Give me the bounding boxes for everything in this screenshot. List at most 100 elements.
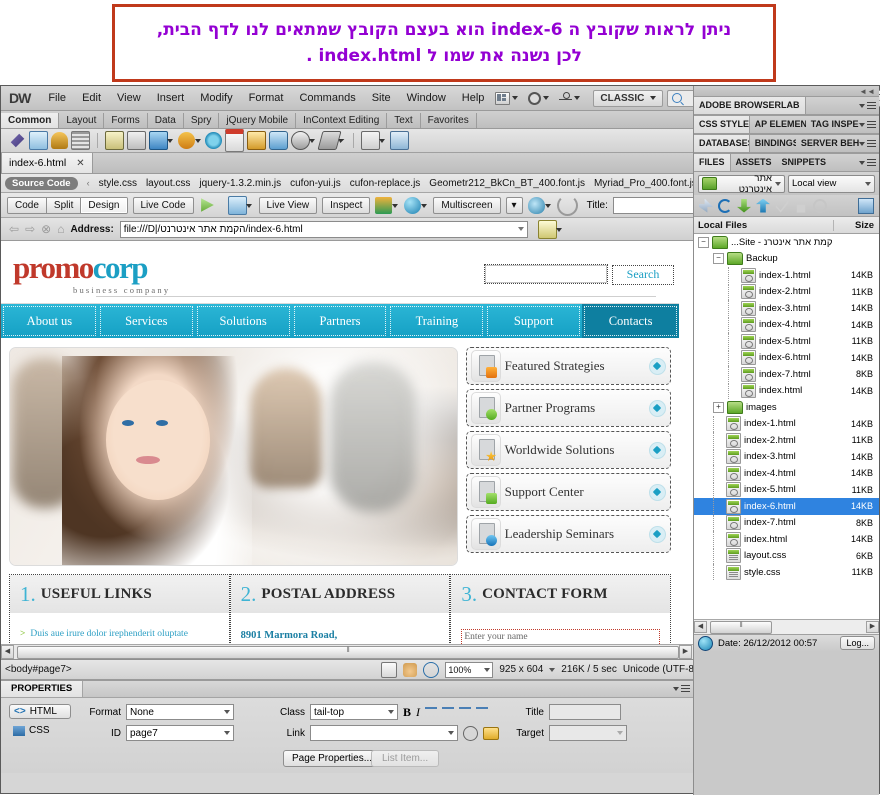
unordered-list-icon[interactable] [425,707,438,717]
extend-dreamweaver-button[interactable] [525,90,552,107]
refresh-icon[interactable] [718,198,732,213]
file-row[interactable]: index-6.html 14KB [694,349,879,367]
menu-site[interactable]: Site [364,89,399,107]
multiscreen-button[interactable]: Multiscreen [433,196,501,214]
view-select[interactable]: Local view [788,174,875,193]
link-select[interactable] [310,725,458,741]
design-canvas[interactable]: promocorp business company Search About … [1,241,694,659]
split-view-button[interactable]: Split [46,197,82,213]
feature-card[interactable]: Support Center [465,473,671,511]
menu-window[interactable]: Window [399,89,454,107]
file-row[interactable]: index-1.html 14KB [694,415,879,433]
related-file-jquery[interactable]: jquery-1.3.2.min.js [199,178,281,189]
insert-image-icon[interactable] [149,131,173,150]
feature-card[interactable]: Featured Strategies [465,347,671,385]
site-search-button[interactable]: Search [612,265,674,285]
expand-twisty-icon[interactable]: + [713,401,724,413]
insert-tab-jquery-mobile[interactable]: jQuery Mobile [219,113,297,128]
site-logo[interactable]: promocorp [9,250,149,292]
layout-switcher-button[interactable] [492,90,521,107]
html-mode-button[interactable]: <> HTML [9,704,71,719]
server-side-include-icon[interactable] [247,131,266,150]
horizontal-rule-icon[interactable] [71,131,90,150]
undo-checkout-icon[interactable] [813,198,827,213]
nav-item-training[interactable]: Training [388,304,485,338]
panel-menu-browserlab[interactable] [859,101,879,110]
site-management-button[interactable] [556,90,583,106]
indent-icon[interactable] [476,707,489,717]
site-search-input[interactable] [484,264,608,284]
insert-div-icon[interactable] [127,131,146,150]
design-horizontal-scrollbar[interactable]: ◀ ⦀ ▶ [1,644,693,659]
panel-tab-tag-inspector[interactable]: TAG INSPEC [806,116,859,133]
collapse-twisty-icon[interactable]: − [698,236,709,248]
related-file-source-code[interactable]: Source Code [5,176,78,190]
email-link-icon[interactable] [29,131,48,150]
expand-collapse-icon[interactable] [858,197,874,214]
workspace-switcher[interactable]: CLASSIC [593,89,664,107]
panel-tab-bindings[interactable]: BINDINGS [750,135,796,152]
file-row[interactable]: − הקמת אתר אינטרנ - Site... [694,234,879,251]
scroll-left-arrow-icon[interactable]: ◀ [694,621,707,633]
file-row[interactable]: layout.css 6KB [694,547,879,565]
table-icon[interactable] [105,131,124,150]
insert-media-icon[interactable] [178,132,201,149]
column-header-local-files[interactable]: Local Files [694,220,833,231]
file-row[interactable]: index-4.html 14KB [694,316,879,334]
files-horizontal-scrollbar[interactable]: ◀ ⦀ ▶ [694,619,879,634]
related-file-myriad[interactable]: Myriad_Pro_400.font.js [594,178,697,189]
hyperlink-icon[interactable] [10,133,25,148]
feature-card-arrow-icon[interactable] [649,357,666,375]
refresh-design-view-icon[interactable] [556,194,578,216]
browse-folder-icon[interactable] [483,726,499,740]
css-mode-button[interactable]: CSS [9,724,71,737]
class-select[interactable]: tail-top [310,704,398,720]
file-row[interactable]: index-2.html 11KB [694,432,879,449]
feature-card-arrow-icon[interactable] [649,399,666,417]
insert-tab-common[interactable]: Common [1,113,60,128]
file-row[interactable]: − Backup [694,251,879,268]
feature-card[interactable]: Partner Programs [465,389,671,427]
file-row[interactable]: index-1.html 14KB [694,267,879,284]
files-horizontal-scroll-thumb[interactable]: ⦀ [710,621,772,634]
multiscreen-dropdown[interactable]: ▾ [505,196,523,214]
menu-commands[interactable]: Commands [291,89,363,107]
inspect-settings-icon[interactable] [227,195,252,215]
inspect-button[interactable]: Inspect [322,196,371,214]
file-row[interactable]: index-5.html 11KB [694,481,879,499]
related-file-cufon-yui[interactable]: cufon-yui.js [290,178,341,189]
file-row[interactable]: index-2.html 11KB [694,283,879,301]
collapse-twisty-icon[interactable]: − [713,253,724,265]
panel-tab-files[interactable]: FILES [694,154,731,171]
insert-tab-incontext-editing[interactable]: InContext Editing [296,113,388,128]
chevron-down-icon[interactable] [517,227,524,231]
panel-tab-adobe-browserlab[interactable]: ADOBE BROWSERLAB [694,97,806,114]
menu-format[interactable]: Format [241,89,292,107]
panel-menu-databases[interactable] [859,139,879,148]
file-row[interactable]: index-3.html 14KB [694,448,879,466]
head-icon[interactable] [291,131,315,150]
date-icon[interactable] [225,129,244,152]
file-row[interactable]: index.html 14KB [694,382,879,400]
related-file-geometr[interactable]: Geometr212_BkCn_BT_400.font.js [429,178,585,189]
check-in-icon[interactable] [796,204,806,213]
scroll-right-arrow-icon[interactable]: ▶ [866,621,879,633]
feature-card-arrow-icon[interactable] [649,525,666,543]
design-view-button[interactable]: Design [81,197,127,213]
select-tool-icon[interactable] [381,661,398,678]
zoom-tool-icon[interactable] [423,661,440,678]
visual-aids-icon[interactable] [527,196,551,214]
address-input[interactable]: file:///D|/הקמת אתר אינטרנט/index-6.html [119,220,528,238]
document-tab-index-6[interactable]: index-6.html ✕ [1,153,93,173]
scroll-left-arrow-icon[interactable]: ◀ [1,645,14,659]
panel-menu-css[interactable] [859,120,879,129]
nav-item-contacts[interactable]: Contacts [582,304,680,338]
view-options-icon[interactable] [375,196,399,214]
title-input[interactable] [549,704,621,720]
nav-item-partners[interactable]: Partners [292,304,389,338]
point-to-file-icon[interactable] [463,725,478,741]
file-row[interactable]: index-6.html 14KB [694,498,879,515]
put-files-icon[interactable] [756,198,770,213]
widget-icon[interactable] [205,132,222,149]
chevron-down-icon[interactable] [549,667,556,672]
